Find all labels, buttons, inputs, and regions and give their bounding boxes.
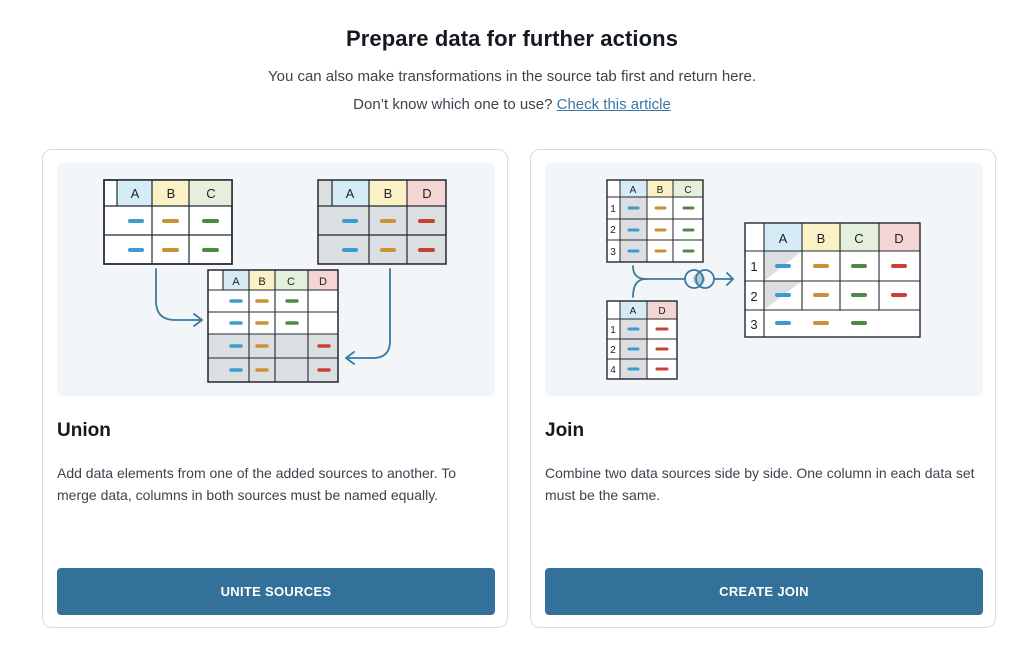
- help-line: Don’t know which one to use? Check this …: [0, 96, 1024, 113]
- svg-text:D: D: [894, 231, 903, 246]
- svg-text:B: B: [657, 185, 664, 196]
- join-icon: [632, 265, 735, 298]
- union-card[interactable]: A B C A B D A B C D Union Add data eleme…: [42, 149, 508, 628]
- svg-text:A: A: [630, 185, 637, 196]
- join-illustration: A B C 1 2 3 A D 1 2 4 A B C D 1 2 3: [545, 163, 983, 396]
- svg-text:2: 2: [610, 345, 616, 356]
- svg-text:B: B: [817, 231, 826, 246]
- svg-text:B: B: [384, 186, 393, 201]
- col-label-c: C: [206, 186, 215, 201]
- svg-text:2: 2: [610, 225, 616, 236]
- page-title: Prepare data for further actions: [345, 26, 679, 51]
- svg-text:2: 2: [750, 289, 757, 304]
- join-description: Combine two data sources side by side. O…: [545, 465, 975, 503]
- svg-text:B: B: [258, 276, 265, 288]
- svg-text:1: 1: [610, 325, 616, 336]
- svg-text:A: A: [630, 306, 637, 317]
- check-article-link[interactable]: Check this article: [557, 96, 671, 113]
- svg-text:A: A: [779, 231, 788, 246]
- svg-text:D: D: [319, 276, 327, 288]
- svg-text:C: C: [854, 231, 863, 246]
- svg-text:D: D: [658, 306, 665, 317]
- svg-text:1: 1: [750, 259, 757, 274]
- page-subtitle: You can also make transformations in the…: [267, 68, 757, 85]
- join-card[interactable]: A B C 1 2 3 A D 1 2 4 A B C D 1 2 3 Join…: [530, 149, 996, 628]
- svg-text:C: C: [287, 276, 295, 288]
- svg-text:C: C: [684, 185, 691, 196]
- union-title: Union: [57, 420, 111, 441]
- col-label-a: A: [131, 186, 140, 201]
- svg-text:A: A: [232, 276, 240, 288]
- join-source-table-2: [606, 300, 678, 380]
- svg-text:3: 3: [750, 317, 757, 332]
- union-description: Add data elements from one of the added …: [57, 465, 457, 503]
- svg-text:A: A: [346, 186, 355, 201]
- join-title: Join: [545, 420, 585, 441]
- create-join-button[interactable]: CREATE JOIN: [545, 568, 983, 615]
- union-illustration: A B C A B D A B C D: [57, 163, 495, 396]
- svg-text:1: 1: [610, 204, 616, 215]
- svg-text:3: 3: [610, 247, 616, 258]
- svg-text:4: 4: [610, 365, 616, 376]
- svg-text:D: D: [422, 186, 431, 201]
- col-label-b: B: [167, 186, 176, 201]
- help-text: Don’t know which one to use?: [353, 96, 557, 113]
- unite-sources-button[interactable]: UNITE SOURCES: [57, 568, 495, 615]
